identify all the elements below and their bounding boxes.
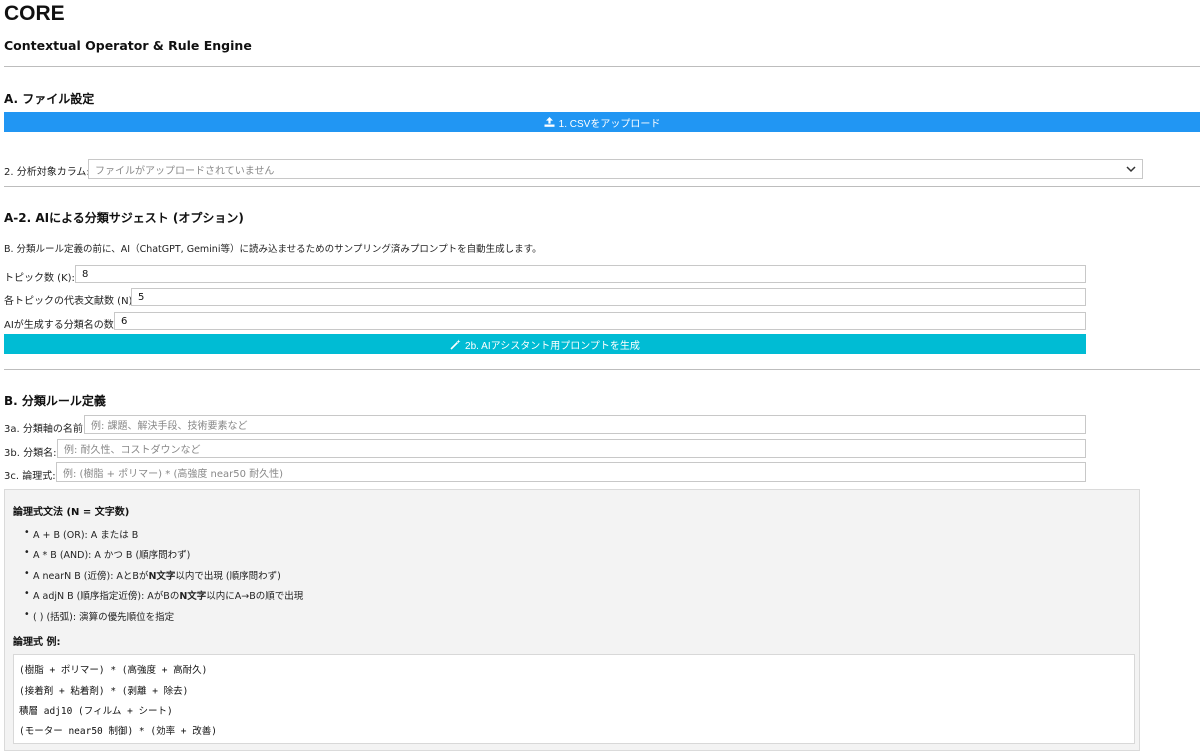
docs-per-topic-label: 各トピックの代表文献数 (N): [4,296,136,307]
syntax-tail: 以内にA→Bの順で出現 [206,591,304,602]
syntax-bold: N文字 [148,571,176,582]
expression-input[interactable]: 例: (樹脂 + ポリマー) * (高強度 near50 耐久性) [56,462,1086,482]
upload-csv-label: 1. CSVをアップロード [558,118,661,130]
syntax-code: A + B [33,530,61,541]
section-a2-heading: A-2. AIによる分類サジェスト (オプション) [4,211,244,225]
syntax-text: (括弧): 演算の優先順位を指定 [43,612,175,623]
syntax-item-and: A * B (AND): A かつ B (順序問わず) [24,547,191,561]
syntax-text: (近傍): AとBが [80,571,149,582]
chevron-down-icon [1126,165,1136,172]
app-subtitle: Contextual Operator & Rule Engine [4,38,252,53]
syntax-title: 論理式文法 (N = 文字数) [13,507,130,518]
axis-name-input[interactable]: 例: 課題、解決手段、技術要素など [84,415,1086,434]
magic-wand-icon [450,339,461,350]
syntax-help-panel: 論理式文法 (N = 文字数) A + B (OR): A または B A * … [4,489,1140,751]
analysis-column-value: ファイルがアップロードされていません [95,165,275,177]
syntax-code: A * B [33,550,57,561]
analysis-column-select[interactable]: ファイルがアップロードされていません [88,159,1143,179]
class-name-count-input[interactable]: 6 [114,312,1086,330]
syntax-tail: 以内で出現 (順序問わず) [175,571,281,582]
divider [4,66,1200,67]
axis-name-label: 3a. 分類軸の名前: [4,424,87,435]
generate-prompt-label: 2b. AIアシスタント用プロンプトを生成 [465,340,640,352]
section-a-heading: A. ファイル設定 [4,92,95,106]
syntax-code: A nearN B [33,571,81,582]
syntax-text: (AND): A かつ B (順序問わず) [56,550,191,561]
syntax-item-adj: A adjN B (順序指定近傍): AがBのN文字以内にA→Bの順で出現 [24,588,304,602]
example-line: 積層 adj10 (フィルム + シート) [19,706,173,717]
topic-count-input[interactable]: 8 [75,265,1086,283]
syntax-code: ( ) [33,612,44,623]
example-line: (樹脂 + ポリマー) * (高強度 + 高耐久) [19,665,208,676]
upload-icon [544,117,555,127]
divider [4,186,1200,187]
upload-csv-button[interactable]: 1. CSVをアップロード [4,112,1200,132]
example-line: (接着剤 + 粘着剤) * (剥離 + 除去) [19,686,189,697]
syntax-text: (OR): A または B [60,530,139,541]
syntax-text: (順序指定近傍): AがBの [73,591,180,602]
example-line: (モーター near50 制御) * (効率 + 改善) [19,726,217,737]
syntax-bold: N文字 [179,591,207,602]
section-b-heading: B. 分類ルール定義 [4,394,106,408]
examples-title: 論理式 例: [13,637,61,648]
divider [4,369,1200,370]
section-a2-description: B. 分類ルール定義の前に、AI（ChatGPT, Gemini等）に読み込ませ… [4,244,542,255]
class-name-label: 3b. 分類名: [4,448,57,459]
class-name-input[interactable]: 例: 耐久性、コストダウンなど [57,439,1086,458]
topic-count-label: トピック数 (K): [4,273,75,284]
docs-per-topic-input[interactable]: 5 [131,288,1086,306]
generate-prompt-button[interactable]: 2b. AIアシスタント用プロンプトを生成 [4,334,1086,354]
examples-box: (樹脂 + ポリマー) * (高強度 + 高耐久) (接着剤 + 粘着剤) * … [13,654,1135,744]
syntax-item-paren: ( ) (括弧): 演算の優先順位を指定 [24,609,175,623]
syntax-item-or: A + B (OR): A または B [24,527,139,541]
app-title: CORE [4,2,65,25]
class-name-count-label: AIが生成する分類名の数: [4,320,118,331]
syntax-item-near: A nearN B (近傍): AとBがN文字以内で出現 (順序問わず) [24,568,281,582]
expression-label: 3c. 論理式: [4,471,56,482]
analysis-column-label: 2. 分析対象カラム: [4,167,90,178]
syntax-code: A adjN B [33,591,74,602]
